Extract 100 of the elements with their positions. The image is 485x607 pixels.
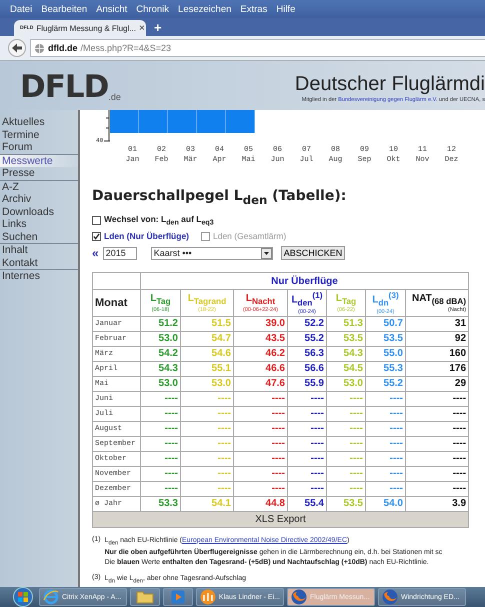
sidebar-item[interactable]: Messwerte	[0, 154, 78, 167]
station-dropdown[interactable]: Kaarst •••	[150, 246, 273, 260]
table-cell: ----	[406, 391, 469, 406]
table-cell: 29	[406, 376, 469, 392]
table-cell: ----	[180, 451, 234, 466]
submit-button[interactable]: ABSCHICKEN	[280, 246, 346, 260]
sidebar-item[interactable]: Internes	[0, 270, 78, 282]
table-cell: ----	[326, 406, 366, 422]
menu-item[interactable]: Chronik	[136, 4, 170, 14]
sidebar-item[interactable]: Termine	[0, 128, 78, 141]
table-cell: 53.5	[326, 331, 366, 346]
table-cell: ----	[326, 421, 366, 436]
table-cell: 55.2	[288, 331, 326, 346]
table-cell: ----	[288, 481, 326, 496]
table-cell: 51.2	[140, 316, 180, 332]
table-cell: 160	[406, 346, 469, 362]
sidebar-item[interactable]: Downloads	[0, 206, 78, 218]
menu-item[interactable]: Datei	[10, 4, 32, 14]
sidebar-item[interactable]: Inhalt	[0, 244, 78, 256]
table-cell: ----	[288, 451, 326, 466]
table-cell: 53.5	[326, 496, 366, 512]
table-cell: ----	[366, 451, 406, 466]
table-cell: 3.9	[406, 496, 469, 512]
table-cell: 53.3	[140, 496, 180, 512]
table-cell: 51.5	[180, 316, 234, 332]
sidebar-item[interactable]: Suchen	[0, 230, 78, 243]
table-cell: ----	[234, 481, 288, 496]
table-cell: ----	[140, 421, 180, 436]
table-cell: 52.2	[288, 316, 326, 332]
table-cell: 55.1	[180, 361, 234, 376]
table-cell: 176	[406, 361, 469, 376]
table-cell: ----	[180, 406, 234, 422]
table-cell: 53.0	[140, 376, 180, 392]
close-icon[interactable]: ×	[138, 22, 145, 34]
table-cell: ----	[234, 406, 288, 422]
table-cell: 53.5	[366, 331, 406, 346]
table-cell: 46.2	[234, 346, 288, 362]
table-cell: ----	[406, 481, 469, 496]
table-cell: 54.2	[140, 346, 180, 362]
table-cell: ----	[140, 451, 180, 466]
table-cell: ----	[140, 436, 180, 452]
new-tab-button[interactable]: +	[154, 20, 162, 36]
table-cell: 56.3	[288, 346, 326, 362]
table-cell: 54.5	[326, 361, 366, 376]
table-cell: ----	[140, 466, 180, 482]
checkbox-option[interactable]: Wechsel von: L$_{den}$ auf L$_{eq3}$	[92, 214, 485, 226]
previous-link[interactable]: «	[92, 246, 99, 260]
table-cell: 53.0	[326, 376, 366, 392]
table-cell: ----	[234, 436, 288, 452]
menu-item[interactable]: Hilfe	[276, 4, 296, 14]
sidebar-item[interactable]: A-Z	[0, 180, 78, 193]
sidebar-item[interactable]: Kontakt	[0, 256, 78, 269]
table-cell: ----	[366, 391, 406, 406]
table-cell: 31	[406, 316, 469, 332]
table-cell: ----	[406, 451, 469, 466]
table-cell: 51.3	[326, 316, 366, 332]
year-field[interactable]: 2015	[102, 246, 137, 260]
table-cell: ----	[234, 466, 288, 482]
table-cell: ----	[326, 466, 366, 482]
table-cell: ----	[406, 421, 469, 436]
table-cell: ----	[140, 406, 180, 422]
logo[interactable]: DFLD.de	[20, 72, 121, 102]
table-cell: ----	[326, 481, 366, 496]
table-cell: 53.0	[180, 376, 234, 392]
table-cell: 55.0	[366, 346, 406, 362]
table-cell: 55.2	[366, 376, 406, 392]
menu-item[interactable]: Ansicht	[96, 4, 128, 14]
site-title: Deutscher Fluglärmdi	[294, 73, 485, 95]
sidebar-item[interactable]: Aktuelles	[0, 116, 78, 128]
table-cell: 55.3	[366, 361, 406, 376]
checkbox-option[interactable]: Lden (Nur Überflüge)	[92, 231, 189, 242]
table-cell: 53.0	[140, 331, 180, 346]
sidebar-item[interactable]: Archiv	[0, 193, 78, 206]
table-cell: 39.0	[234, 316, 288, 332]
table-cell: ----	[366, 466, 406, 482]
menu-item[interactable]: Bearbeiten	[41, 4, 88, 14]
table-cell: ----	[288, 421, 326, 436]
table-cell: 54.7	[180, 331, 234, 346]
table-cell: ----	[326, 391, 366, 406]
export-button[interactable]: XLS Export	[92, 511, 469, 528]
table-cell: ----	[326, 436, 366, 452]
table-cell: 50.7	[366, 316, 406, 332]
table-cell: ----	[288, 436, 326, 452]
table-cell: 92	[406, 331, 469, 346]
table-cell: ----	[180, 436, 234, 452]
table-cell: ----	[288, 466, 326, 482]
table-cell: 47.6	[234, 376, 288, 392]
sidebar-item[interactable]: Links	[0, 218, 78, 230]
tab-title: Fluglärm Messung & Flugl...	[36, 24, 136, 32]
table-cell: ----	[180, 466, 234, 482]
address-field[interactable]: dfld.de /Mess.php?R=4&S=23	[30, 39, 485, 57]
table-cell: 43.5	[234, 331, 288, 346]
sidebar-item[interactable]: Forum	[0, 141, 78, 154]
table-cell: ----	[234, 451, 288, 466]
table-cell: 54.3	[140, 361, 180, 376]
sidebar-item[interactable]: Presse	[0, 167, 78, 180]
menu-item[interactable]: Extras	[240, 4, 268, 14]
table-cell: 54.3	[326, 346, 366, 362]
menu-item[interactable]: Lesezeichen	[178, 4, 232, 14]
table-cell: 44.8	[234, 496, 288, 512]
